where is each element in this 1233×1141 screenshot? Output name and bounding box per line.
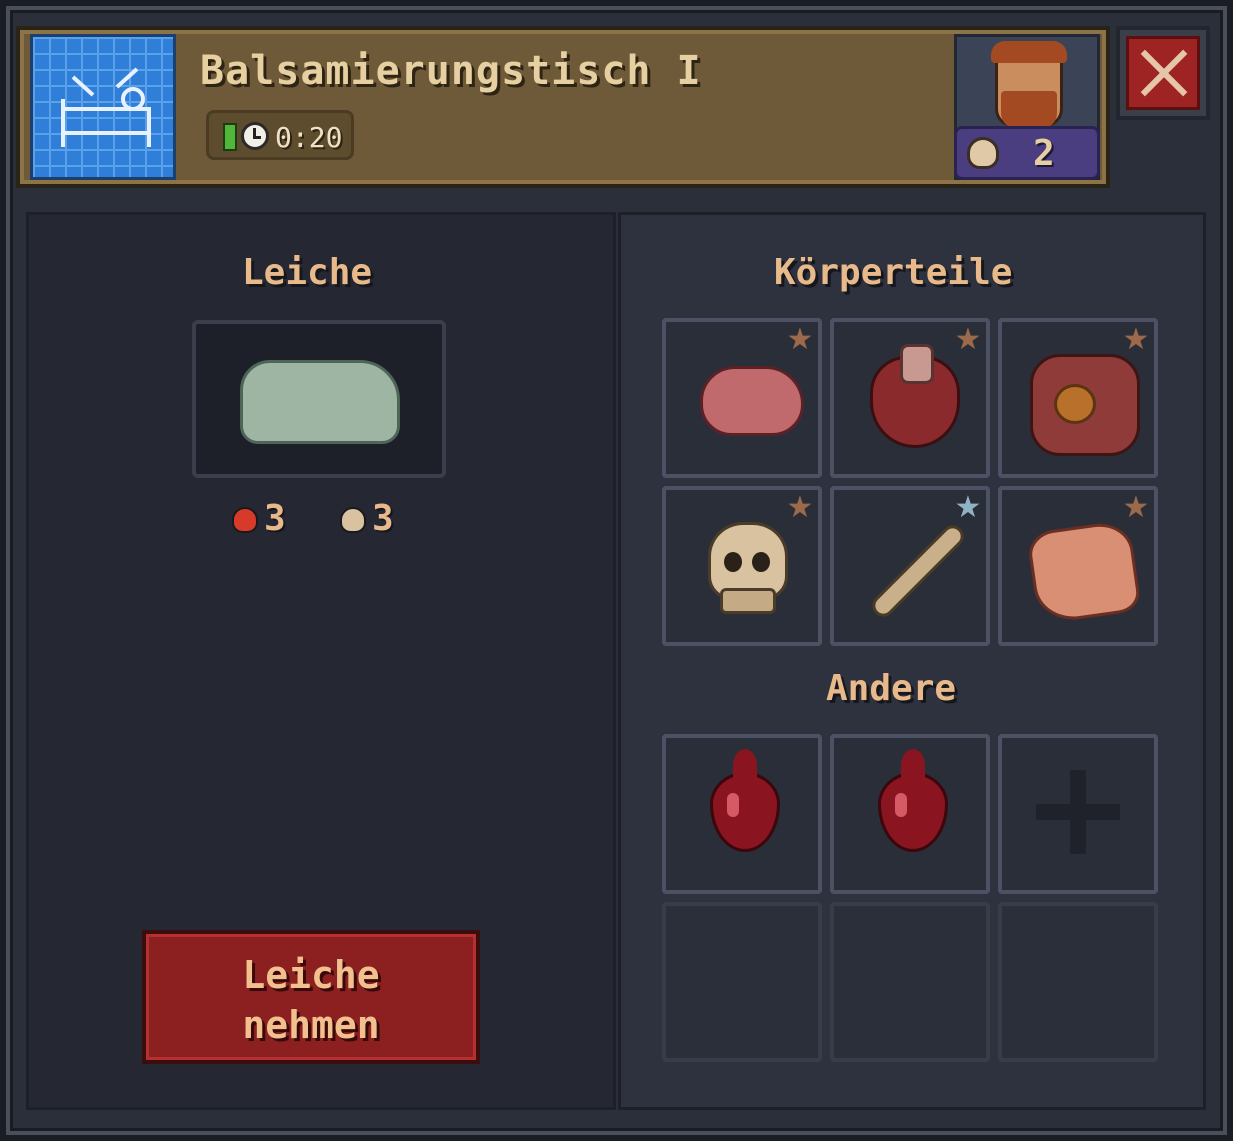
close-icon — [1126, 36, 1200, 110]
clock-icon — [241, 122, 269, 150]
bronze-star-icon: ★ — [954, 322, 982, 357]
empty-slot — [662, 902, 822, 1062]
take-corpse-button[interactable]: Leiche nehmen — [142, 930, 480, 1064]
bronze-star-icon: ★ — [786, 490, 814, 525]
intestines-detail — [1054, 384, 1096, 424]
red-skull-stat: 3 — [232, 498, 286, 539]
silver-star-icon: ★ — [954, 490, 982, 525]
red-skull-value: 3 — [264, 498, 286, 539]
empty-slot — [998, 902, 1158, 1062]
skull-jaw — [720, 588, 776, 614]
red-skull-icon — [232, 507, 258, 533]
other-slot-add[interactable] — [998, 734, 1158, 894]
bronze-star-icon: ★ — [786, 322, 814, 357]
body-part-slot-intestines[interactable]: ★ — [998, 318, 1158, 478]
body-part-slot-brain[interactable]: ★ — [662, 318, 822, 478]
blood-drop-icon — [878, 772, 948, 852]
bone-icon — [867, 520, 969, 622]
bronze-star-icon: ★ — [1122, 490, 1150, 525]
body-part-slot-bone[interactable]: ★ — [830, 486, 990, 646]
white-skull-icon — [340, 507, 366, 533]
timer-icon — [223, 123, 237, 151]
plus-icon-vertical — [1070, 770, 1086, 854]
take-corpse-label-1: Leiche — [242, 953, 380, 997]
brain-icon — [700, 366, 804, 436]
skull-icon — [967, 137, 999, 169]
worker-hair — [991, 41, 1067, 63]
corpse-slot[interactable] — [192, 320, 446, 478]
body-part-slot-skull[interactable]: ★ — [662, 486, 822, 646]
skin-icon — [1026, 519, 1142, 625]
body-parts-heading: Körperteile — [774, 252, 1013, 293]
body-part-slot-heart[interactable]: ★ — [830, 318, 990, 478]
timer-badge: 0:20 — [206, 110, 354, 160]
take-corpse-label-2: nehmen — [242, 1003, 380, 1047]
skull-eye — [752, 552, 770, 572]
worker-count: 2 — [1033, 133, 1055, 174]
blood-drop-icon — [710, 772, 780, 852]
bronze-star-icon: ★ — [1122, 322, 1150, 357]
corpse-heading: Leiche — [242, 252, 373, 293]
other-heading: Andere — [826, 668, 957, 709]
other-slot-blood-1[interactable] — [662, 734, 822, 894]
body-part-slot-skin[interactable]: ★ — [998, 486, 1158, 646]
skull-eye — [724, 552, 742, 572]
other-slot-blood-2[interactable] — [830, 734, 990, 894]
timer-value: 0:20 — [275, 121, 343, 154]
worker-count-badge: 2 — [954, 126, 1100, 180]
close-button[interactable] — [1116, 26, 1210, 120]
wrapped-corpse-icon — [240, 360, 400, 444]
white-skull-stat: 3 — [340, 498, 394, 539]
heart-vessel — [900, 344, 934, 384]
empty-slot — [830, 902, 990, 1062]
building-title: Balsamierungstisch I — [200, 48, 702, 94]
blueprint-bed-icon — [30, 34, 176, 180]
worker-beard — [1001, 91, 1057, 129]
white-skull-value: 3 — [372, 498, 394, 539]
